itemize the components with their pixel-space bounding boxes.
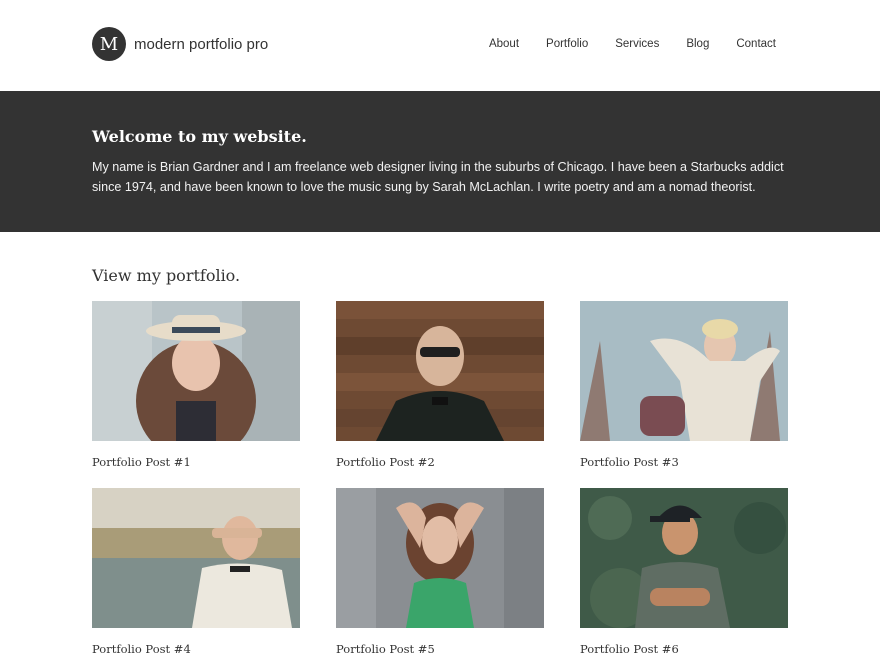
nav-services[interactable]: Services: [615, 38, 659, 50]
site-title: modern portfolio pro: [134, 35, 269, 53]
portfolio-card-1[interactable]: Portfolio Post #1: [92, 301, 300, 469]
portfolio-card-2[interactable]: Portfolio Post #2: [336, 301, 544, 469]
nav-contact[interactable]: Contact: [736, 38, 776, 50]
portfolio-heading: View my portfolio.: [92, 266, 241, 285]
portfolio-post-title-1[interactable]: Portfolio Post #1: [92, 455, 300, 469]
nav-blog[interactable]: Blog: [686, 38, 709, 50]
portfolio-thumb-5[interactable]: [336, 488, 544, 628]
portfolio-post-title-2[interactable]: Portfolio Post #2: [336, 455, 544, 469]
portfolio-card-6[interactable]: Portfolio Post #6: [580, 488, 788, 656]
welcome-section: Welcome to my website. My name is Brian …: [0, 91, 880, 232]
portfolio-post-title-3[interactable]: Portfolio Post #3: [580, 455, 788, 469]
portfolio-thumb-1[interactable]: [92, 301, 300, 441]
portfolio-post-title-6[interactable]: Portfolio Post #6: [580, 642, 788, 656]
portfolio-thumb-2[interactable]: [336, 301, 544, 441]
portfolio-card-3[interactable]: Portfolio Post #3: [580, 301, 788, 469]
nav-portfolio[interactable]: Portfolio: [546, 38, 588, 50]
portfolio-thumb-3[interactable]: [580, 301, 788, 441]
site-logo[interactable]: M modern portfolio pro: [92, 27, 268, 61]
portfolio-card-5[interactable]: Portfolio Post #5: [336, 488, 544, 656]
nav-about[interactable]: About: [489, 38, 519, 50]
portfolio-thumb-6[interactable]: [580, 488, 788, 628]
portfolio-post-title-4[interactable]: Portfolio Post #4: [92, 642, 300, 656]
site-header: M modern portfolio pro About Portfolio S…: [0, 0, 880, 91]
welcome-text: My name is Brian Gardner and I am freela…: [92, 160, 784, 194]
logo-mark: M: [92, 27, 126, 61]
welcome-title: Welcome to my website.: [92, 127, 307, 146]
portfolio-post-title-5[interactable]: Portfolio Post #5: [336, 642, 544, 656]
main-nav: About Portfolio Services Blog Contact: [462, 38, 776, 50]
portfolio-card-4[interactable]: Portfolio Post #4: [92, 488, 300, 656]
portfolio-thumb-4[interactable]: [92, 488, 300, 628]
